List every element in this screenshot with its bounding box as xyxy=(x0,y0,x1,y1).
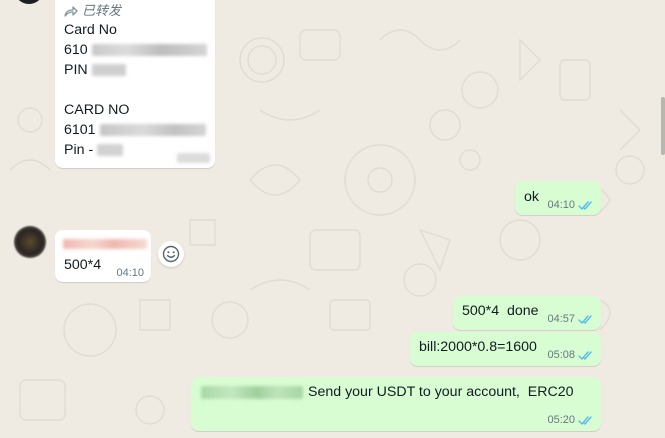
message-meta: 05:08 xyxy=(547,348,594,362)
double-check-icon xyxy=(578,314,592,324)
outgoing-message-ok[interactable]: ok 04:10 xyxy=(515,181,601,215)
message-text: 500*4 xyxy=(64,257,102,273)
chat-scrollbar[interactable] xyxy=(661,97,665,155)
pin-2-label: Pin - xyxy=(64,142,94,158)
card-line-2: CARD NO xyxy=(64,102,130,118)
outgoing-message-bill[interactable]: bill:2000*0.8=1600 05:08 xyxy=(410,332,601,366)
message-meta: 04:10 xyxy=(547,198,594,212)
redacted-card-number-2 xyxy=(99,124,206,137)
pin-1-label: PIN xyxy=(64,62,88,78)
forward-arrow-icon xyxy=(64,6,78,17)
redacted-text xyxy=(201,386,303,399)
emoji-reaction-icon xyxy=(162,245,180,263)
message-time: 04:10 xyxy=(547,199,575,211)
message-meta: 04:57 xyxy=(547,312,594,326)
redacted-pin-1 xyxy=(91,64,126,77)
redacted-pin-2 xyxy=(97,144,124,157)
outgoing-message-usdt[interactable]: Send your USDT to your account, ERC20 05… xyxy=(191,377,601,431)
message-text: Send your USDT to your account, ERC20 xyxy=(308,384,574,400)
double-check-icon xyxy=(578,350,592,360)
message-time: 05:08 xyxy=(547,349,575,361)
card-number-1-prefix: 610 xyxy=(64,42,88,58)
message-time: 05:20 xyxy=(547,414,575,426)
forwarded-message-bubble[interactable]: 已转发 Card No 610 PIN CARD NO 6101 Pin - xyxy=(55,0,215,168)
double-check-icon xyxy=(578,200,592,210)
card-number-2: 6101 xyxy=(64,120,206,140)
card-line-1: Card No xyxy=(64,22,117,38)
forwarded-label: 已转发 xyxy=(64,1,121,21)
outgoing-message-done[interactable]: 500*4 done 04:57 xyxy=(453,296,601,330)
message-meta: 05:20 xyxy=(547,413,594,427)
sender-avatar[interactable] xyxy=(14,226,46,258)
pin-line-2: Pin - xyxy=(64,140,124,160)
redacted-sender-name xyxy=(63,239,147,249)
forwarded-label-text: 已转发 xyxy=(82,3,122,18)
pin-line-1: PIN xyxy=(64,60,126,80)
card-number-2-prefix: 6101 xyxy=(64,122,96,138)
message-text: bill:2000*0.8=1600 xyxy=(419,339,537,355)
message-time: 04:57 xyxy=(547,313,575,325)
redacted-card-number-1 xyxy=(91,44,207,57)
message-time: 04:10 xyxy=(116,267,144,279)
emoji-reaction-button[interactable] xyxy=(158,241,184,267)
redacted-timestamp xyxy=(177,153,210,163)
message-text: 500*4 done xyxy=(462,303,539,319)
double-check-icon xyxy=(578,415,592,425)
message-text: ok xyxy=(524,189,539,205)
incoming-message-500x4[interactable]: 500*4 04:10 xyxy=(55,230,151,282)
card-number-1: 610 xyxy=(64,40,207,60)
